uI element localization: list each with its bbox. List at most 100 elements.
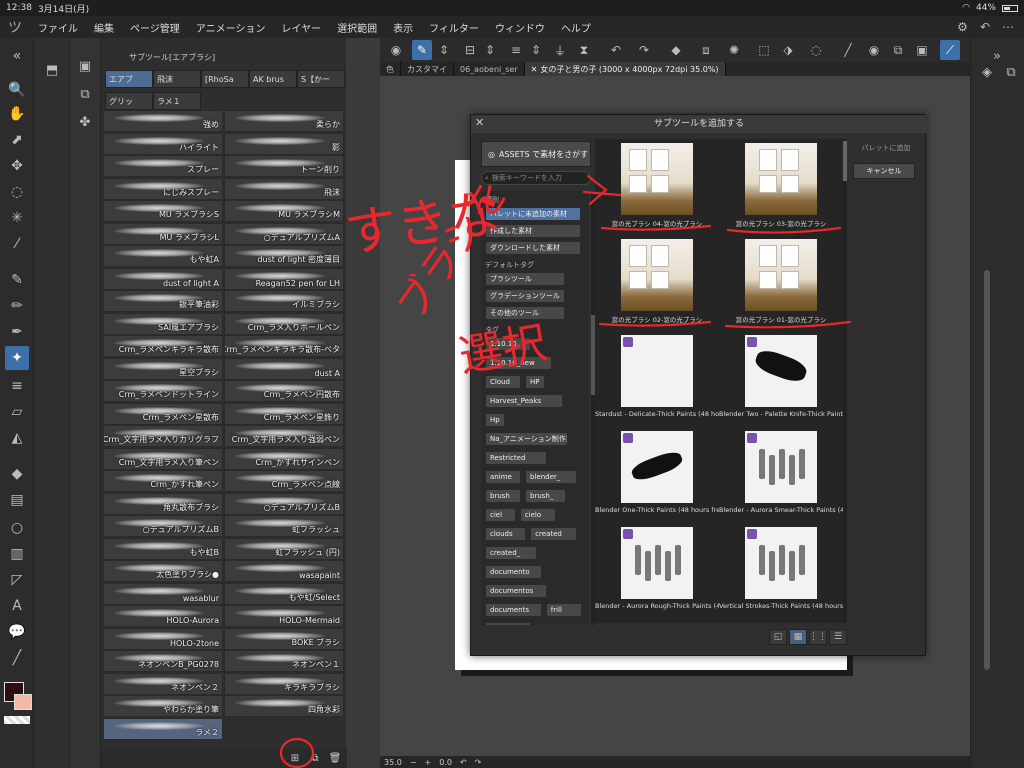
brush-item[interactable]: 飛沫 [224, 177, 344, 200]
layer-panel-icon[interactable]: ◈ [975, 60, 999, 84]
brush-item[interactable]: 銀平筆油彩 [103, 290, 223, 312]
menu-filter[interactable]: フィルター [421, 20, 487, 35]
blend-icon[interactable]: ◭ [5, 426, 29, 450]
brush-item[interactable]: 影 [224, 132, 344, 155]
fill-icon[interactable]: ◆ [666, 40, 686, 60]
brush-item[interactable]: dust A [224, 357, 344, 380]
app-logo-icon[interactable]: ツ [0, 17, 30, 37]
category-item[interactable]: cielo [519, 508, 556, 522]
sub-tool-tab[interactable]: AK brus [249, 70, 297, 88]
menu-animation[interactable]: アニメーション [188, 20, 274, 35]
eraser-icon[interactable]: ▱ [5, 400, 29, 424]
snap-icon[interactable]: ⊟ [460, 40, 480, 60]
category-item[interactable]: 作成した素材 [485, 224, 581, 238]
brush-item[interactable]: もや虹B [103, 537, 223, 560]
brush-item[interactable]: wasablur [103, 582, 223, 605]
sub-tool-tab[interactable]: S【かー [297, 70, 345, 88]
eyedropper-icon[interactable]: ⁄ [5, 232, 29, 256]
brush-item[interactable]: 柔らか [224, 110, 344, 132]
category-item[interactable]: Cloud [485, 375, 521, 389]
brush-item[interactable]: HOLO-2tone [103, 627, 223, 650]
brush-item[interactable]: Crm_ラメペンキラキラ散布-ベタ [224, 335, 344, 357]
category-item[interactable]: Harvest_Peaks [485, 394, 563, 408]
menu-selection[interactable]: 選択範囲 [329, 20, 385, 35]
doc-tab[interactable]: 色 [380, 62, 401, 76]
brush-item[interactable]: ネオンペンB_PG0278 [103, 650, 223, 672]
sub-tool-tab[interactable]: ラメ１ [153, 92, 201, 110]
doc-tab-active[interactable]: ✕ 女の子と男の子 (3000 x 4000px 72dpi 35.0%) [524, 62, 726, 76]
brush-icon[interactable]: ✒ [5, 320, 29, 344]
transform-icon[interactable]: ⧈ [696, 40, 716, 60]
assets-search-button[interactable]: ◎ ASSETS で素材をさがす [481, 141, 591, 167]
category-item[interactable]: 1.10.10_new [485, 356, 553, 370]
material-thumbnail[interactable] [621, 143, 693, 215]
material-thumbnail[interactable] [621, 335, 693, 407]
doc-tab[interactable]: 06_aobeni_ser [454, 62, 525, 76]
category-item[interactable]: パレットに未追加の素材 [485, 207, 581, 221]
circle-icon[interactable]: ◉ [864, 40, 884, 60]
category-item[interactable]: anime [485, 470, 521, 484]
menu-window[interactable]: ウィンドウ [487, 20, 553, 35]
sub-tool-tab-icon[interactable]: ⬒ [40, 58, 64, 82]
brush-item[interactable]: Crm_ラメペン星散布 [103, 402, 223, 425]
brush-item[interactable]: もや虹A [103, 245, 223, 267]
line-icon[interactable]: ╱ [838, 40, 858, 60]
sub-tool-tab[interactable]: [RhoSa [201, 70, 249, 88]
app-icon[interactable]: ◉ [386, 40, 406, 60]
duplicate-icon[interactable]: ⧉ [307, 750, 323, 766]
category-item[interactable]: created_ [485, 546, 537, 560]
brush-item[interactable]: もや虹/Select [224, 582, 344, 605]
brush-item[interactable]: ○デュアルプリズムB [224, 492, 344, 515]
menu-file[interactable]: ファイル [30, 20, 86, 35]
brush-item[interactable]: ラメ２ [103, 717, 223, 740]
sub-tool-tab[interactable]: グリッ [105, 92, 153, 110]
brush-item[interactable]: Crm_ラメペン星飾り [224, 402, 344, 425]
list-icon[interactable]: ☰ [829, 629, 847, 645]
brush-item[interactable]: Crm_文字用ラメ入り強弱ペン [224, 425, 344, 447]
collapse-icon[interactable]: « [5, 44, 29, 68]
brush-item[interactable]: キラキラブラシ [224, 672, 344, 695]
material-thumbnail[interactable] [745, 143, 817, 215]
search-input[interactable]: ⌕ 検索キーワードを入力 [481, 171, 591, 185]
brush-item[interactable]: 星空ブラシ [103, 357, 223, 380]
rotate-right-icon[interactable]: ↷ [475, 758, 482, 767]
brush-item[interactable]: ネオンペン１ [224, 650, 344, 672]
add-to-palette-button[interactable]: パレットに追加 [853, 143, 919, 155]
category-item[interactable]: HP [525, 375, 546, 389]
layers-icon[interactable]: ⧉ [999, 60, 1023, 84]
category-item[interactable]: documents [485, 603, 542, 617]
menu-page[interactable]: ページ管理 [122, 20, 188, 35]
brush-item[interactable]: HOLO-Aurora [103, 605, 223, 627]
menu-view[interactable]: 表示 [385, 20, 421, 35]
brush-item[interactable]: Crm_かすれ筆ペン [103, 470, 223, 492]
layers-icon[interactable]: ⧉ [888, 40, 908, 60]
add-sub-tool-icon[interactable]: ⊞ [287, 750, 303, 766]
zoom-out-icon[interactable]: − [410, 758, 417, 767]
brush-item[interactable]: 強め [103, 110, 223, 132]
brush-item[interactable]: Reagan52 pen for LH [224, 267, 344, 290]
lasso-icon[interactable]: ◌ [5, 180, 29, 204]
sub-tool-tab[interactable]: 飛沫 [153, 70, 201, 88]
brush-item[interactable]: Crm_ラメ入りボールペン [224, 312, 344, 335]
brush-item[interactable]: MU ラメブラシS [103, 200, 223, 222]
brush-item[interactable]: Crm_文字用ラメ入り筆ペン [103, 447, 223, 470]
chevron-updown-icon[interactable]: ⇕ [434, 40, 454, 60]
category-item[interactable]: glitter [485, 622, 532, 625]
brush-item[interactable]: Crm_かすれサインペン [224, 447, 344, 470]
brush-item[interactable]: やわらか塗り筆 [103, 695, 223, 717]
rotation-value[interactable]: 0.0 [439, 758, 452, 767]
brush-item[interactable]: wasapaint [224, 560, 344, 582]
category-item[interactable]: documento [485, 565, 542, 579]
flip-v-icon[interactable]: ⏚ [550, 40, 570, 60]
pencil-icon[interactable]: ✏ [5, 294, 29, 318]
category-item[interactable]: グラデーションツール [485, 289, 565, 303]
brush-item[interactable]: HOLO-Mermaid [224, 605, 344, 627]
balloon-icon[interactable]: 💬 [5, 620, 29, 644]
large-grid-icon[interactable]: ▦ [789, 629, 807, 645]
brush-item[interactable]: 虹フラッシュ (円) [224, 537, 344, 560]
menu-icon[interactable]: ≡ [506, 40, 526, 60]
material-thumbnail[interactable] [745, 335, 817, 407]
category-item[interactable]: created [530, 527, 577, 541]
trash-icon[interactable]: 🗑 [327, 750, 343, 766]
brush-item[interactable]: にじみスプレー [103, 177, 223, 200]
